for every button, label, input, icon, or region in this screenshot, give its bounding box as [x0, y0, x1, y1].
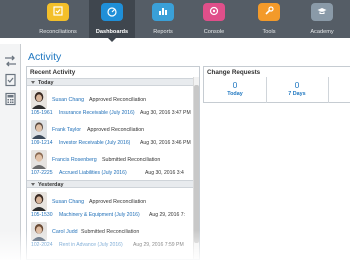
stat-label: 7 Days	[288, 91, 306, 97]
recent-activity-panel: Recent Activity Today Susan Chang Approv…	[26, 66, 200, 260]
timestamp: Aug 30, 2016 3:4	[145, 170, 184, 176]
academy-icon	[311, 3, 333, 21]
reconciliation-id-link[interactable]: 109-1214	[31, 140, 53, 146]
nav-console[interactable]: Console	[194, 0, 234, 38]
nav-label: Reports	[153, 29, 173, 35]
nav-reports[interactable]: Reports	[143, 0, 183, 38]
stat-value: 0	[232, 80, 238, 90]
timestamp: Aug 30, 2016 3:47 PM	[140, 110, 191, 116]
collapse-triangle-icon	[31, 81, 35, 84]
reconciliation-id-link[interactable]: 102-2024	[31, 242, 53, 248]
nav-label: Console	[203, 29, 225, 35]
group-header-yesterday[interactable]: Yesterday	[27, 180, 193, 188]
transfer-icon[interactable]	[3, 54, 18, 68]
page-title: Activity	[28, 51, 62, 63]
action-text: Approved Reconciliation	[87, 127, 145, 133]
panel-title: Change Requests	[207, 69, 261, 76]
panel-title: Recent Activity	[30, 69, 76, 76]
nav-label: Tools	[262, 29, 276, 35]
dashboards-icon	[101, 3, 123, 21]
nav-dashboards[interactable]: Dashboards	[89, 0, 135, 42]
nav-reconciliations[interactable]: Reconciliations	[36, 0, 80, 38]
scroll-up-icon[interactable]	[194, 78, 199, 90]
nav-academy[interactable]: Academy	[301, 0, 343, 38]
user-name-link[interactable]: Susan Chang	[52, 199, 84, 205]
tools-icon	[258, 3, 280, 21]
avatar	[31, 192, 47, 211]
user-name-link[interactable]: Carol Judd	[52, 229, 78, 235]
activity-entry: Frank Taylor Approved Reconciliation 109…	[27, 118, 193, 148]
action-text: Submitted Reconciliation	[102, 157, 161, 163]
reconciliation-id-link[interactable]: 105-1961	[31, 110, 53, 116]
left-toolbar	[0, 44, 21, 260]
account-link[interactable]: Investor Receivable (July 2016)	[59, 140, 130, 146]
checklist-icon[interactable]	[3, 73, 18, 87]
reconciliation-id-link[interactable]: 105-1530	[31, 212, 53, 218]
scroll-down-icon[interactable]	[194, 251, 199, 257]
account-link[interactable]: Rent in Advance (July 2016)	[59, 242, 123, 248]
change-requests-panel: Change Requests 0 Today 0 7 Days	[203, 66, 350, 103]
group-header-today[interactable]: Today	[27, 78, 193, 86]
reconciliations-icon	[47, 3, 69, 21]
stat-today[interactable]: 0 Today	[206, 80, 264, 97]
nav-label: Dashboards	[95, 29, 129, 35]
account-link[interactable]: Machinery & Equipment (July 2016)	[59, 212, 140, 218]
activity-entry: Carol Judd Submitted Reconciliation 102-…	[27, 220, 193, 250]
console-icon	[203, 3, 225, 21]
stat-value: 0	[294, 80, 300, 90]
action-text: Submitted Reconciliation	[81, 229, 140, 235]
account-link[interactable]: Insurance Receivable (July 2016)	[59, 110, 135, 116]
reconciliation-id-link[interactable]: 107-2225	[31, 170, 53, 176]
nav-label: Reconciliations	[39, 29, 77, 35]
activity-entry: Susan Chang Approved Reconciliation 105-…	[27, 190, 193, 220]
activity-entry: Susan Chang Approved Reconciliation 105-…	[27, 88, 193, 118]
action-text: Approved Reconciliation	[89, 97, 147, 103]
user-name-link[interactable]: Frank Taylor	[52, 127, 81, 133]
avatar	[31, 150, 47, 169]
top-navigation: Reconciliations Dashboards Reports Conso…	[0, 0, 350, 42]
collapse-triangle-icon	[31, 183, 35, 186]
user-name-link[interactable]: Francis Rosenberg	[52, 157, 97, 163]
timestamp: Aug 29, 2016 7:	[149, 212, 185, 218]
stat-label: Today	[227, 91, 243, 97]
reports-icon	[152, 3, 174, 21]
user-name-link[interactable]: Susan Chang	[52, 97, 84, 103]
group-label: Yesterday	[38, 181, 64, 188]
divider	[266, 77, 267, 103]
group-label: Today	[38, 79, 54, 86]
timestamp: Aug 29, 2016 7:59 PM	[133, 242, 184, 248]
divider	[328, 77, 329, 103]
calculator-icon[interactable]	[3, 92, 18, 106]
nav-label: Academy	[310, 29, 334, 35]
account-link[interactable]: Accrued Liabilities (July 2016)	[59, 170, 127, 176]
scrollbar-thumb[interactable]	[194, 85, 199, 243]
avatar	[31, 120, 47, 139]
nav-tools[interactable]: Tools	[249, 0, 289, 38]
action-text: Approved Reconciliation	[89, 199, 147, 205]
stat-7-days[interactable]: 0 7 Days	[268, 80, 326, 97]
avatar	[31, 90, 47, 109]
activity-entry: Francis Rosenberg Submitted Reconciliati…	[27, 148, 193, 178]
avatar	[31, 222, 47, 241]
timestamp: Aug 30, 2016 3:46 PM	[140, 140, 191, 146]
app-window: Reconciliations Dashboards Reports Conso…	[0, 0, 350, 260]
